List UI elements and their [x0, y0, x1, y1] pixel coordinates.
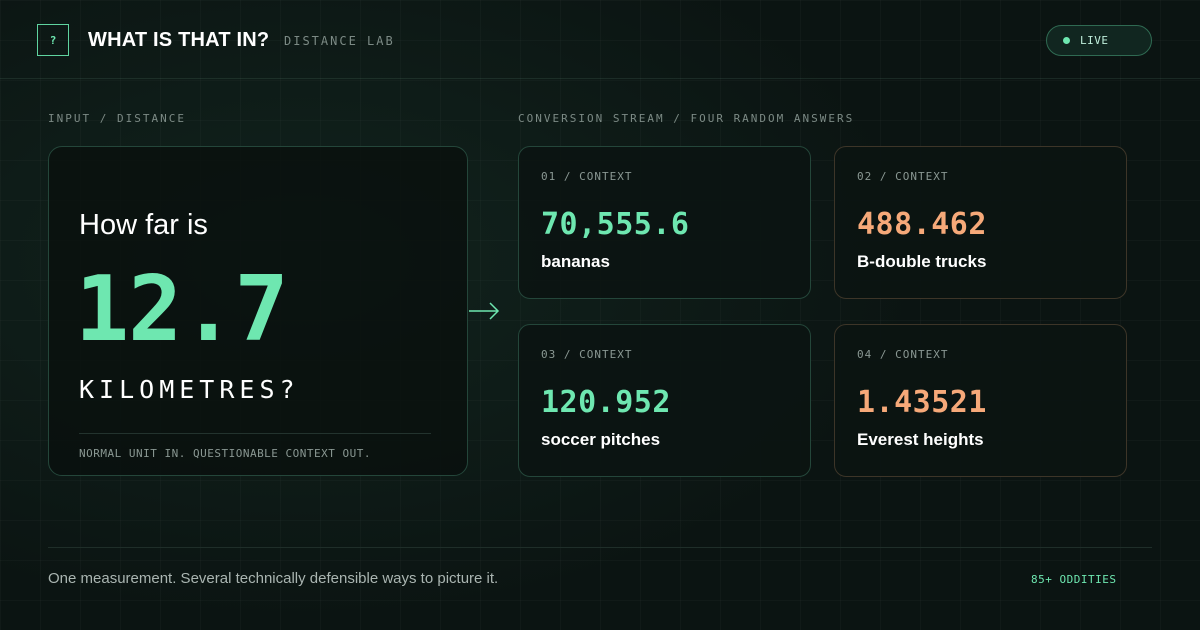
context-card-label: 04 / CONTEXT [857, 348, 949, 361]
distance-value: 12.7 [75, 257, 289, 362]
context-card-name: B-double trucks [857, 252, 987, 271]
context-card-name: soccer pitches [541, 430, 661, 449]
context-card-value: 488.462 [857, 207, 987, 242]
footer-divider [48, 547, 1152, 548]
context-card-3: 03 / CONTEXT 120.952 soccer pitches [518, 324, 811, 477]
logo-question-mark-icon: ? [37, 24, 69, 56]
oddities-count: 85+ ODDITIES [1031, 573, 1117, 586]
app-header: ? WHAT IS THAT IN? DISTANCE LAB LIVE [0, 0, 1200, 79]
context-card-name: bananas [541, 252, 610, 271]
context-card-1: 01 / CONTEXT 70,555.6 bananas [518, 146, 811, 299]
input-tagline: NORMAL UNIT IN. QUESTIONABLE CONTEXT OUT… [79, 447, 372, 460]
stream-section-label: CONVERSION STREAM / FOUR RANDOM ANSWERS [518, 112, 855, 125]
question-text: How far is [79, 209, 208, 241]
input-distance-card: How far is 12.7 KILOMETRES? NORMAL UNIT … [48, 146, 468, 476]
distance-unit: KILOMETRES? [79, 375, 300, 404]
footer-caption: One measurement. Several technically def… [48, 570, 499, 587]
input-section-label: INPUT / DISTANCE [48, 112, 186, 125]
context-card-value: 1.43521 [857, 385, 987, 420]
live-status-label: LIVE [1080, 34, 1109, 47]
app-title: WHAT IS THAT IN? [88, 29, 270, 51]
card-divider [79, 433, 431, 434]
context-card-2: 02 / CONTEXT 488.462 B-double trucks [834, 146, 1127, 299]
context-card-value: 120.952 [541, 385, 671, 420]
app-subtitle: DISTANCE LAB [284, 34, 395, 48]
arrow-right-icon [469, 302, 500, 320]
context-card-label: 01 / CONTEXT [541, 170, 633, 183]
live-status-badge[interactable]: LIVE [1046, 25, 1152, 56]
context-card-4: 04 / CONTEXT 1.43521 Everest heights [834, 324, 1127, 477]
live-dot-icon [1063, 37, 1070, 44]
context-card-label: 03 / CONTEXT [541, 348, 633, 361]
context-card-name: Everest heights [857, 430, 984, 449]
context-card-value: 70,555.6 [541, 207, 690, 242]
context-card-label: 02 / CONTEXT [857, 170, 949, 183]
